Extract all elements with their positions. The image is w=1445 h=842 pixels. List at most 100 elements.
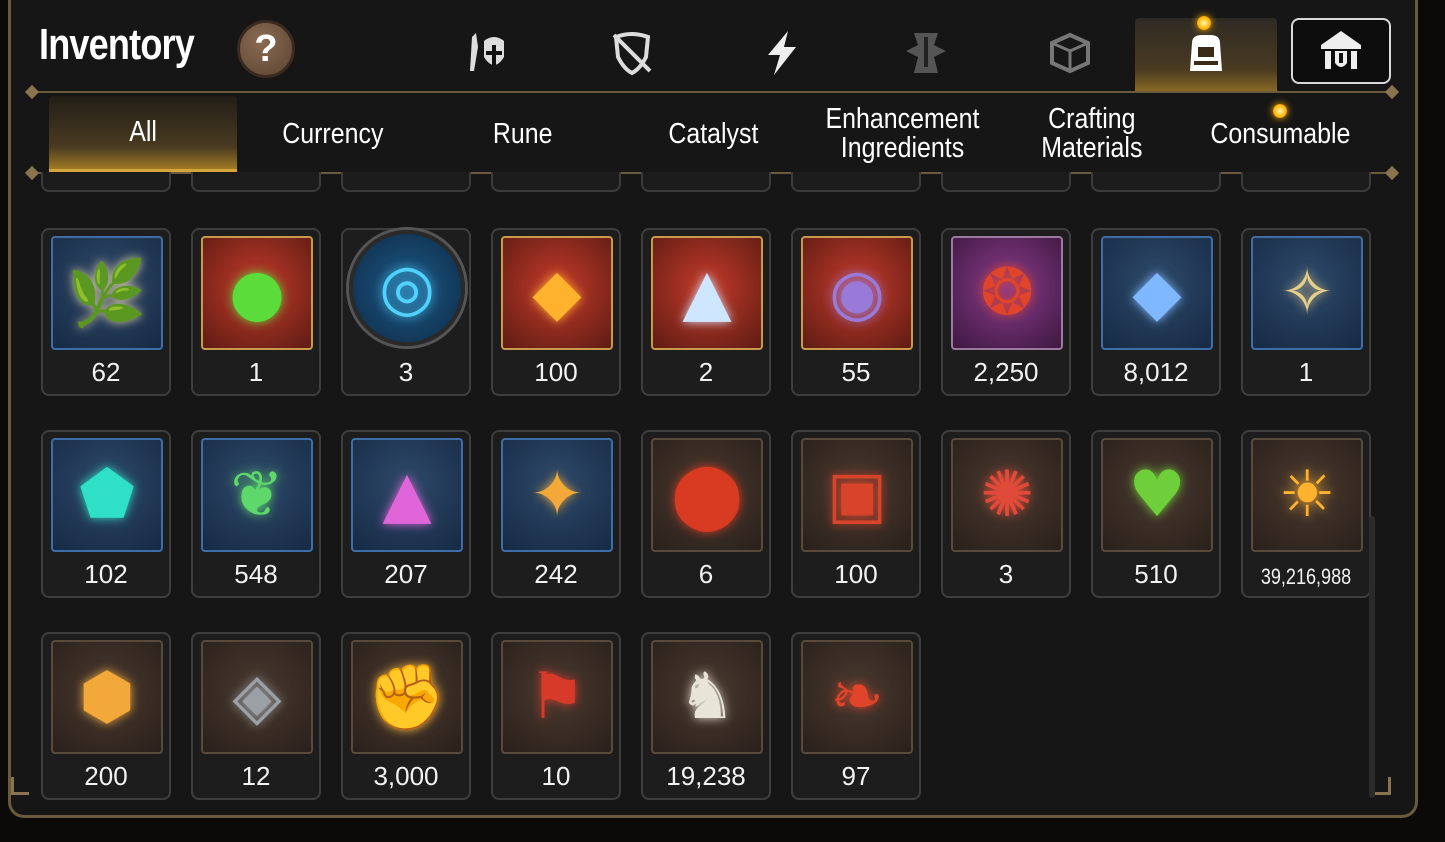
item-slot[interactable]: ⚑ 10 bbox=[491, 632, 621, 800]
item-slot[interactable]: 🌿 62 bbox=[41, 228, 171, 396]
item-slot[interactable]: ♥ 510 bbox=[1091, 430, 1221, 598]
category-artifact-shield-button[interactable] bbox=[601, 22, 663, 84]
item-art: ⬢ bbox=[51, 640, 163, 754]
notification-dot bbox=[1197, 16, 1211, 30]
item-art: 🌿 bbox=[51, 236, 163, 350]
gold-crystal-icon: ◆ bbox=[532, 256, 582, 330]
item-slot[interactable]: ☀ 39,216,988 bbox=[1241, 430, 1371, 598]
item-slot[interactable]: ♞ 19,238 bbox=[641, 632, 771, 800]
red-leaf-icon: ❧ bbox=[830, 660, 884, 734]
page-title: Inventory bbox=[39, 20, 195, 69]
item-slot[interactable]: ◆ 100 bbox=[491, 228, 621, 396]
item-slot[interactable]: ◎ 3 bbox=[341, 228, 471, 396]
golden-pendant-icon: ✧ bbox=[1280, 256, 1334, 330]
item-art: ⬤ bbox=[651, 438, 763, 552]
category-equipment-button[interactable] bbox=[459, 22, 521, 84]
item-slot[interactable]: ● 1 bbox=[191, 228, 321, 396]
item-slot[interactable]: ▣ 100 bbox=[791, 430, 921, 598]
item-slot-partial[interactable] bbox=[491, 172, 621, 192]
item-art: ◉ bbox=[801, 236, 913, 350]
green-leaf-icon: ❦ bbox=[230, 458, 284, 532]
item-quantity: 2 bbox=[698, 357, 714, 387]
item-quantity: 39,216,988 bbox=[1260, 564, 1352, 589]
category-artifact-button[interactable] bbox=[895, 22, 957, 84]
tab-enhancement-ingredients[interactable]: Enhancement Ingredients bbox=[807, 96, 997, 172]
item-art: ✦ bbox=[501, 438, 613, 552]
item-quantity: 102 bbox=[84, 559, 128, 589]
item-slot[interactable]: ❂ 2,250 bbox=[941, 228, 1071, 396]
red-banner-icon: ⚑ bbox=[528, 660, 586, 734]
item-slot-partial[interactable] bbox=[641, 172, 771, 192]
tab-crafting-materials[interactable]: Crafting Materials bbox=[1007, 96, 1177, 172]
item-quantity: 10 bbox=[541, 761, 571, 791]
item-slot-partial[interactable] bbox=[191, 172, 321, 192]
item-quantity: 12 bbox=[241, 761, 271, 791]
item-slot[interactable]: ◈ 12 bbox=[191, 632, 321, 800]
scrollbar[interactable] bbox=[1369, 516, 1375, 798]
item-slot[interactable]: ⬟ 102 bbox=[41, 430, 171, 598]
guild-button[interactable] bbox=[1291, 18, 1391, 84]
blue-rune-disc-icon: ◎ bbox=[379, 251, 435, 325]
item-slot[interactable]: ◆ 8,012 bbox=[1091, 228, 1221, 396]
dark-pendant-icon: ◉ bbox=[829, 256, 885, 330]
item-quantity: 19,238 bbox=[666, 761, 746, 791]
item-quantity: 2,250 bbox=[973, 357, 1039, 387]
red-ring-icon: ❂ bbox=[980, 256, 1034, 330]
gear-knight-icon bbox=[470, 33, 504, 71]
category-cube-button[interactable] bbox=[1039, 22, 1101, 84]
item-quantity: 242 bbox=[534, 559, 578, 589]
tab-catalyst[interactable]: Catalyst bbox=[623, 96, 803, 172]
help-button[interactable]: ? bbox=[237, 20, 295, 78]
item-slot-partial[interactable] bbox=[791, 172, 921, 192]
white-knight-icon: ♞ bbox=[678, 660, 736, 734]
item-slot[interactable]: ❧ 97 bbox=[791, 632, 921, 800]
scrolled-item-row bbox=[11, 172, 1421, 194]
item-slot[interactable]: ❦ 548 bbox=[191, 430, 321, 598]
tab-currency[interactable]: Currency bbox=[243, 96, 423, 172]
item-slot[interactable]: ▲ 207 bbox=[341, 430, 471, 598]
item-slot-partial[interactable] bbox=[341, 172, 471, 192]
category-inventory-button[interactable] bbox=[1175, 22, 1237, 84]
frame-corner-ornament bbox=[1373, 777, 1391, 795]
item-quantity: 62 bbox=[91, 357, 121, 387]
item-slot[interactable]: ✺ 3 bbox=[941, 430, 1071, 598]
blue-crystal-icon: ◆ bbox=[1132, 256, 1182, 330]
item-slot[interactable]: ◉ 55 bbox=[791, 228, 921, 396]
item-art: ▲ bbox=[351, 438, 463, 552]
item-art: ❧ bbox=[801, 640, 913, 754]
item-slot[interactable]: ⬢ 200 bbox=[41, 632, 171, 800]
item-slot[interactable]: ▲ 2 bbox=[641, 228, 771, 396]
stone-compass-icon: ◈ bbox=[232, 660, 282, 734]
frame-corner-ornament bbox=[11, 777, 29, 795]
item-quantity: 97 bbox=[841, 761, 871, 791]
item-slot[interactable]: ⬤ 6 bbox=[641, 430, 771, 598]
red-seal-icon: ✺ bbox=[980, 458, 1034, 532]
inventory-header: Inventory ? bbox=[11, 0, 1421, 92]
item-quantity: 55 bbox=[841, 357, 871, 387]
item-art: ◈ bbox=[201, 640, 313, 754]
item-slot-partial[interactable] bbox=[1091, 172, 1221, 192]
item-slot-partial[interactable] bbox=[1241, 172, 1371, 192]
item-art: ◎ bbox=[349, 230, 465, 346]
item-quantity: 1 bbox=[1298, 357, 1314, 387]
item-slot-partial[interactable] bbox=[941, 172, 1071, 192]
item-art: ✺ bbox=[951, 438, 1063, 552]
guild-icon bbox=[1321, 31, 1361, 69]
item-quantity: 510 bbox=[1134, 559, 1178, 589]
shield-broken-icon bbox=[612, 32, 652, 76]
notification-dot bbox=[1273, 104, 1287, 118]
tab-all[interactable]: All bbox=[49, 96, 237, 172]
item-slot[interactable]: ✧ 1 bbox=[1241, 228, 1371, 396]
category-skill-button[interactable] bbox=[751, 22, 813, 84]
item-art: ✧ bbox=[1251, 236, 1363, 350]
filter-tabs: All Currency Rune Catalyst Enhancement I… bbox=[11, 96, 1421, 172]
tab-rune[interactable]: Rune bbox=[433, 96, 613, 172]
item-slot-partial[interactable] bbox=[41, 172, 171, 192]
item-slot[interactable]: ✊ 3,000 bbox=[341, 632, 471, 800]
item-quantity: 6 bbox=[698, 559, 714, 589]
item-art: ▲ bbox=[651, 236, 763, 350]
item-art: ✊ bbox=[351, 640, 463, 754]
item-art: ♥ bbox=[1101, 438, 1213, 552]
red-bracelet-icon: ▣ bbox=[826, 458, 888, 532]
item-slot[interactable]: ✦ 242 bbox=[491, 430, 621, 598]
